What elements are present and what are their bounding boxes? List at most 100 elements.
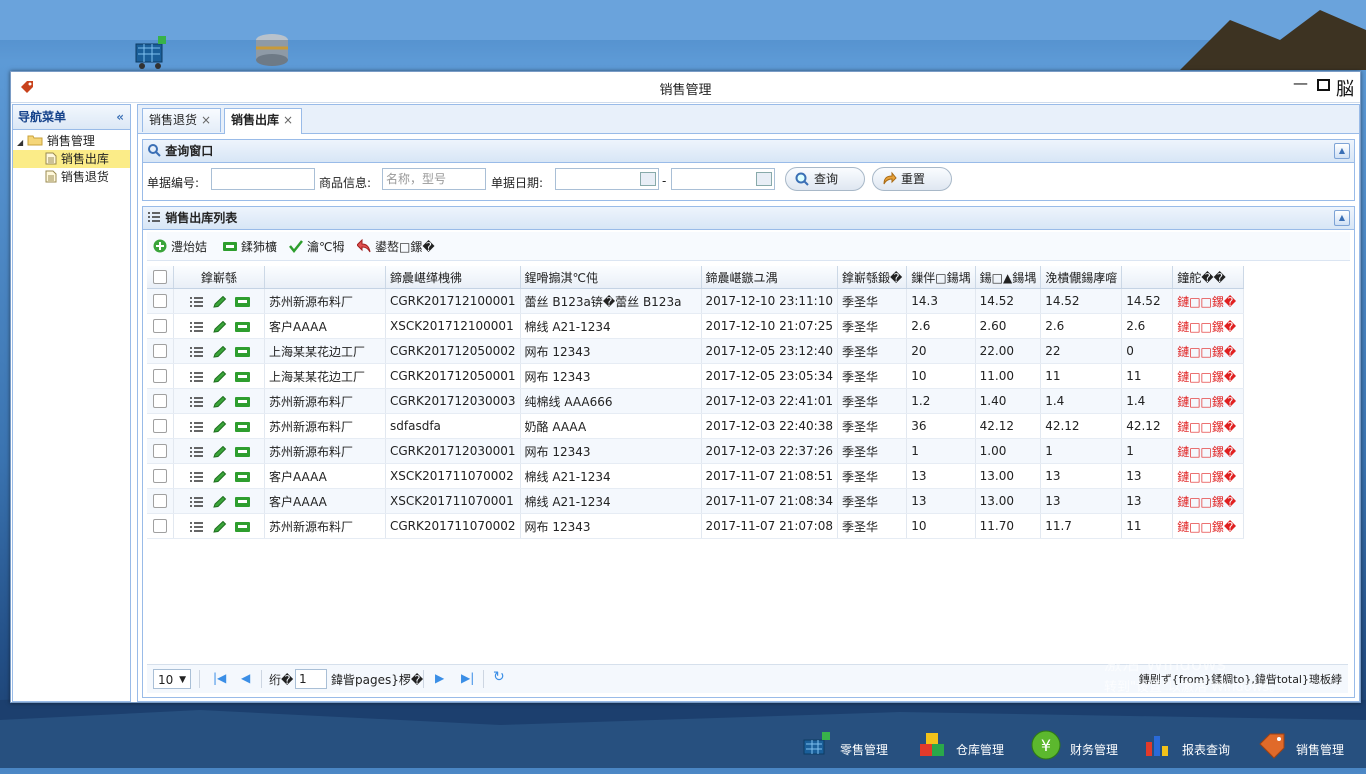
cart-icon[interactable] [130, 30, 174, 70]
column-header[interactable] [264, 266, 386, 289]
table-row[interactable]: 苏州新源布料厂 CGRK201712030001 网布 12343 2017-12-0… [147, 438, 1245, 464]
edit-pencil-icon[interactable] [212, 495, 227, 508]
delete-icon[interactable] [234, 446, 250, 458]
table-row[interactable]: 客户AAAA XSCK201712100001 棉线 A21-1234 2017-12… [147, 313, 1245, 339]
column-header[interactable]: 鏁伴□鍚堣 [906, 266, 976, 289]
table-row[interactable]: 上海某某花边工厂 CGRK201712050002 网布 12343 2017-12-… [147, 338, 1245, 364]
row-checkbox-cell[interactable] [147, 463, 174, 489]
search-button[interactable]: 查询 [785, 167, 865, 191]
detail-list-icon[interactable] [189, 521, 204, 533]
edit-pencil-icon[interactable] [212, 395, 227, 408]
delete-icon[interactable] [234, 371, 250, 383]
delete-icon[interactable] [234, 396, 250, 408]
delete-icon[interactable] [234, 496, 250, 508]
row-checkbox-cell[interactable] [147, 288, 174, 314]
approve-button[interactable]: 瀹℃牳 [289, 238, 344, 256]
edit-pencil-icon[interactable] [212, 370, 227, 383]
checkbox-icon[interactable] [153, 319, 167, 334]
edit-pencil-icon[interactable] [212, 445, 227, 458]
column-header[interactable]: 鍟嗗搧淇℃伅 [520, 266, 702, 289]
taskbar-warehouse[interactable]: 仓库管理 [912, 726, 1004, 764]
row-checkbox-cell[interactable] [147, 363, 174, 389]
detail-list-icon[interactable] [189, 296, 204, 308]
row-checkbox-cell[interactable] [147, 413, 174, 439]
minimize-button[interactable]: — [1293, 74, 1308, 92]
checkbox-icon[interactable] [153, 494, 167, 509]
row-checkbox-cell[interactable] [147, 313, 174, 339]
delete-icon[interactable] [234, 321, 250, 333]
collapse-icon[interactable]: « [116, 105, 124, 129]
taskbar-sales[interactable]: 销售管理 [1252, 726, 1344, 764]
sidebar-item-sales-return[interactable]: 销售退货 [13, 168, 130, 186]
taskbar-finance[interactable]: ¥ 财务管理 [1026, 726, 1118, 764]
goods-input[interactable] [382, 168, 486, 190]
column-header[interactable]: 鐘舵�� [1172, 266, 1245, 289]
column-header[interactable]: 鍚□▲鍚堣 [975, 266, 1042, 289]
delete-icon[interactable] [234, 296, 250, 308]
table-row[interactable]: 客户AAAA XSCK201711070001 棉线 A21-1234 2017-11… [147, 488, 1245, 514]
doc-no-input[interactable] [211, 168, 315, 190]
close-button[interactable]: 脳 [1336, 75, 1354, 101]
checkbox-icon[interactable] [153, 369, 167, 384]
reset-button[interactable]: 重置 [872, 167, 952, 191]
add-button[interactable]: 澧炲姞 [153, 238, 207, 256]
next-page-icon[interactable]: ▶ [435, 671, 444, 685]
delete-icon[interactable] [234, 421, 250, 433]
tab-sales-out[interactable]: 销售出库 × [224, 108, 302, 134]
row-checkbox-cell[interactable] [147, 338, 174, 364]
collapse-panel-icon[interactable]: ▲ [1334, 210, 1350, 226]
column-header[interactable]: 浼樻儬鍚庨噾 [1040, 266, 1123, 289]
table-row[interactable]: 苏州新源布料厂 CGRK201712100001 蕾丝 B123a锛�蕾丝 B123… [147, 288, 1245, 314]
calendar-icon[interactable] [640, 172, 656, 186]
checkbox-icon[interactable] [153, 294, 167, 309]
edit-pencil-icon[interactable] [212, 520, 227, 533]
delete-icon[interactable] [234, 521, 250, 533]
delete-icon[interactable] [234, 346, 250, 358]
column-header[interactable]: 鎿嶄綔鍛� [837, 266, 908, 289]
page-size-select[interactable]: 10 ▼ [153, 669, 191, 689]
checkbox-icon[interactable] [153, 469, 167, 484]
checkbox-icon[interactable] [153, 394, 167, 409]
edit-pencil-icon[interactable] [212, 470, 227, 483]
checkbox-icon[interactable] [153, 344, 167, 359]
edit-pencil-icon[interactable] [212, 345, 227, 358]
tab-close-icon[interactable]: × [201, 113, 211, 127]
table-row[interactable]: 上海某某花边工厂 CGRK201712050001 网布 12343 2017-12-… [147, 363, 1245, 389]
unapprove-button[interactable]: 鍙嶅□鏍� [357, 238, 435, 256]
column-header[interactable]: 鍗曟嵁鏃ユ湡 [701, 266, 838, 289]
delete-icon[interactable] [234, 471, 250, 483]
page-number-input[interactable]: 1 [295, 669, 327, 689]
delete-button[interactable]: 鍒犻櫎 [223, 238, 277, 256]
column-header[interactable]: 鎿嶄綔 [173, 266, 265, 289]
edit-pencil-icon[interactable] [212, 420, 227, 433]
taskbar-reports[interactable]: 报表查询 [1138, 726, 1230, 764]
column-header[interactable]: 鍗曟嵁缂栧彿 [385, 266, 521, 289]
tab-sales-return[interactable]: 销售退货 × [142, 108, 221, 132]
taskbar-retail[interactable]: 零售管理 [796, 726, 888, 764]
row-checkbox-cell[interactable] [147, 388, 174, 414]
edit-pencil-icon[interactable] [212, 295, 227, 308]
refresh-icon[interactable]: ↻ [493, 669, 505, 685]
detail-list-icon[interactable] [189, 371, 204, 383]
table-row[interactable]: 客户AAAA XSCK201711070002 棉线 A21-1234 2017-11… [147, 463, 1245, 489]
table-row[interactable]: 苏州新源布料厂 CGRK201711070002 网布 12343 2017-11-0… [147, 513, 1245, 539]
checkbox-icon[interactable] [153, 419, 167, 434]
table-row[interactable]: 苏州新源布料厂 CGRK201712030003 纯棉线 AAA666 2017-12… [147, 388, 1245, 414]
row-checkbox-cell[interactable] [147, 488, 174, 514]
detail-list-icon[interactable] [189, 446, 204, 458]
database-icon[interactable] [252, 30, 296, 70]
tree-root[interactable]: ◢ 销售管理 [13, 132, 130, 150]
table-row[interactable]: 苏州新源布料厂 sdfasdfa 奶酪 AAAA 2017-12-03 22:40:3… [147, 413, 1245, 439]
row-checkbox-cell[interactable] [147, 513, 174, 539]
tab-close-icon[interactable]: × [283, 113, 293, 127]
row-checkbox-cell[interactable] [147, 438, 174, 464]
prev-page-icon[interactable]: ◀ [241, 671, 250, 685]
collapse-panel-icon[interactable]: ▲ [1334, 143, 1350, 159]
expand-arrow-icon[interactable]: ◢ [17, 138, 23, 147]
calendar-icon[interactable] [756, 172, 772, 186]
select-all-checkbox[interactable] [147, 266, 174, 289]
sidebar-item-sales-out[interactable]: 销售出库 [13, 150, 130, 168]
detail-list-icon[interactable] [189, 421, 204, 433]
checkbox-icon[interactable] [153, 270, 167, 285]
detail-list-icon[interactable] [189, 496, 204, 508]
